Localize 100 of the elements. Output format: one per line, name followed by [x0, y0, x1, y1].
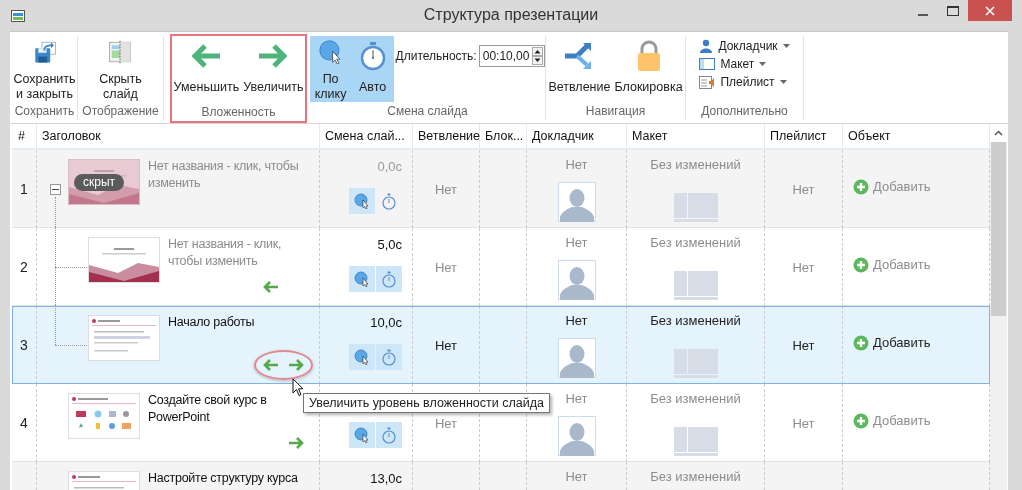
decrease-level-button[interactable]: Уменьшить — [171, 36, 242, 102]
speaker-menu[interactable]: Докладчик — [699, 39, 790, 53]
layout-thumbnail[interactable] — [673, 271, 718, 301]
avatar-placeholder[interactable] — [557, 416, 596, 456]
branch-value[interactable]: Нет — [434, 259, 458, 275]
click-icon — [354, 271, 370, 287]
on-click-toggle[interactable] — [349, 188, 375, 214]
speaker-value[interactable]: Нет — [565, 312, 588, 329]
on-click-toggle[interactable] — [349, 266, 375, 292]
slide-title[interactable]: Нет названия - клик, чтобы изменить — [168, 236, 301, 270]
stopwatch-icon — [381, 270, 397, 288]
plus-icon — [853, 412, 869, 429]
avatar-placeholder[interactable] — [557, 182, 596, 222]
column-header[interactable]: Макет — [627, 124, 765, 148]
group-label: Вложенность — [201, 104, 276, 121]
row-number: 1 — [20, 181, 28, 197]
collapse-toggle[interactable] — [50, 183, 61, 195]
decrease-level-button[interactable] — [261, 358, 281, 372]
plus-icon — [853, 256, 869, 273]
duration-value[interactable]: 10,0с — [370, 314, 402, 332]
scroll-up-button[interactable] — [990, 124, 1007, 142]
mouse-cursor — [292, 378, 304, 397]
column-header[interactable]: Смена слай... — [320, 124, 413, 148]
column-header[interactable]: Блок... — [480, 124, 527, 148]
on-click-toggle[interactable] — [349, 422, 375, 448]
slide-thumbnail[interactable] — [88, 315, 160, 361]
layout-menu[interactable]: Макет — [699, 57, 767, 71]
layout-value[interactable]: Без изменений — [650, 390, 741, 407]
save-close-button[interactable]: Сохранить и закрыть — [11, 36, 78, 102]
app-icon — [11, 9, 25, 22]
decrease-level-button[interactable] — [261, 280, 281, 294]
add-object-button[interactable]: Добавить — [853, 412, 931, 429]
row-number: 2 — [20, 259, 28, 275]
column-header[interactable]: Ветвление — [413, 124, 480, 148]
on-click-toggle[interactable] — [349, 344, 375, 370]
duration-value[interactable]: 13,0с — [370, 470, 402, 488]
spin-icon — [532, 47, 544, 65]
duration-label: Длительность: — [395, 49, 477, 63]
row-number: 4 — [20, 415, 28, 431]
close-icon — [985, 5, 995, 16]
right-arrow-icon — [288, 437, 304, 449]
slide-title[interactable]: Настройте структуру курса — [148, 470, 298, 487]
group-label: Сохранить — [14, 103, 75, 120]
slide-title[interactable]: Начало работы — [168, 314, 255, 331]
right-arrow-icon — [288, 359, 304, 371]
duration-value[interactable]: 5,0с — [377, 236, 402, 254]
padlock-icon — [635, 40, 662, 72]
slide-row[interactable]: 2 Нет названия - клик, чтобы изменить 5,0с Нет Нет Без изменений Нет Добавить — [12, 228, 990, 306]
layout-value[interactable]: Без изменений — [650, 312, 741, 329]
click-icon — [354, 193, 370, 209]
left-arrow-icon — [263, 281, 279, 293]
slide-row[interactable]: 1 скрыт Нет названия - клик, чтобы изменить 0,0с Нет Нет Без изменений Нет Добавить — [12, 150, 990, 228]
layout-thumbnail[interactable] — [673, 193, 718, 223]
slide-thumbnail[interactable] — [88, 237, 160, 283]
layout-thumbnail[interactable] — [673, 427, 718, 457]
avatar-placeholder[interactable] — [557, 260, 596, 300]
auto-toggle[interactable] — [376, 344, 402, 370]
branch-value[interactable]: Нет — [434, 337, 458, 353]
branch-value[interactable]: Нет — [434, 415, 458, 431]
click-icon — [354, 427, 370, 443]
add-object-button[interactable]: Добавить — [853, 334, 931, 351]
avatar-placeholder[interactable] — [557, 338, 596, 378]
playlist-menu[interactable]: Плейлист — [699, 75, 787, 89]
increase-level-button[interactable] — [286, 436, 306, 450]
window-title: Структура презентации — [423, 6, 599, 24]
column-header[interactable]: # — [12, 124, 37, 148]
scrollbar-thumb[interactable] — [991, 142, 1006, 316]
increase-level-button[interactable] — [286, 358, 306, 372]
group-label: Навигация — [585, 103, 646, 120]
column-header[interactable]: Докладчик — [527, 124, 627, 148]
column-header[interactable]: Заголовок — [37, 124, 320, 148]
group-label: Смена слайда — [387, 103, 468, 120]
hidden-badge: скрыт — [74, 174, 125, 191]
left-arrow-icon — [263, 359, 279, 371]
playlist-value[interactable]: Нет — [792, 337, 815, 353]
playlist-icon — [699, 75, 716, 89]
auto-button[interactable]: Авто — [351, 36, 394, 102]
row-number: 3 — [20, 337, 28, 353]
slide-thumbnail[interactable] — [68, 393, 140, 439]
plus-icon — [853, 178, 869, 195]
slide-row[interactable]: 3 Начало работы 10,0с Нет Нет Без изменений Нет Добавить — [12, 306, 990, 384]
on-click-button[interactable]: По клику — [309, 36, 352, 102]
maximize-icon — [947, 5, 959, 16]
increase-level-button[interactable]: Увеличить — [241, 36, 306, 102]
column-header[interactable]: Плейлист — [765, 124, 843, 148]
lock-button[interactable]: Блокировка — [612, 36, 685, 102]
hide-slide-button[interactable]: Скрыть слайд — [97, 36, 144, 102]
caret-icon — [779, 80, 787, 84]
auto-toggle[interactable] — [376, 422, 402, 448]
layout-value[interactable]: Без изменений — [650, 234, 741, 251]
person-icon — [699, 39, 714, 53]
plus-icon — [853, 334, 869, 351]
slide-row[interactable]: Настройте структуру курса 13,0с Нет Без изменений — [12, 462, 990, 490]
slide-title[interactable]: Создайте свой курс в PowerPoint — [148, 392, 301, 426]
branching-button[interactable]: Ветвление — [546, 36, 613, 102]
duration-field[interactable]: 00:10,00 — [478, 45, 546, 67]
caret-icon — [759, 62, 767, 66]
auto-toggle[interactable] — [376, 266, 402, 292]
add-object-button[interactable]: Добавить — [853, 256, 931, 273]
tooltip: Увеличить уровень вложенности слайда — [303, 393, 550, 413]
